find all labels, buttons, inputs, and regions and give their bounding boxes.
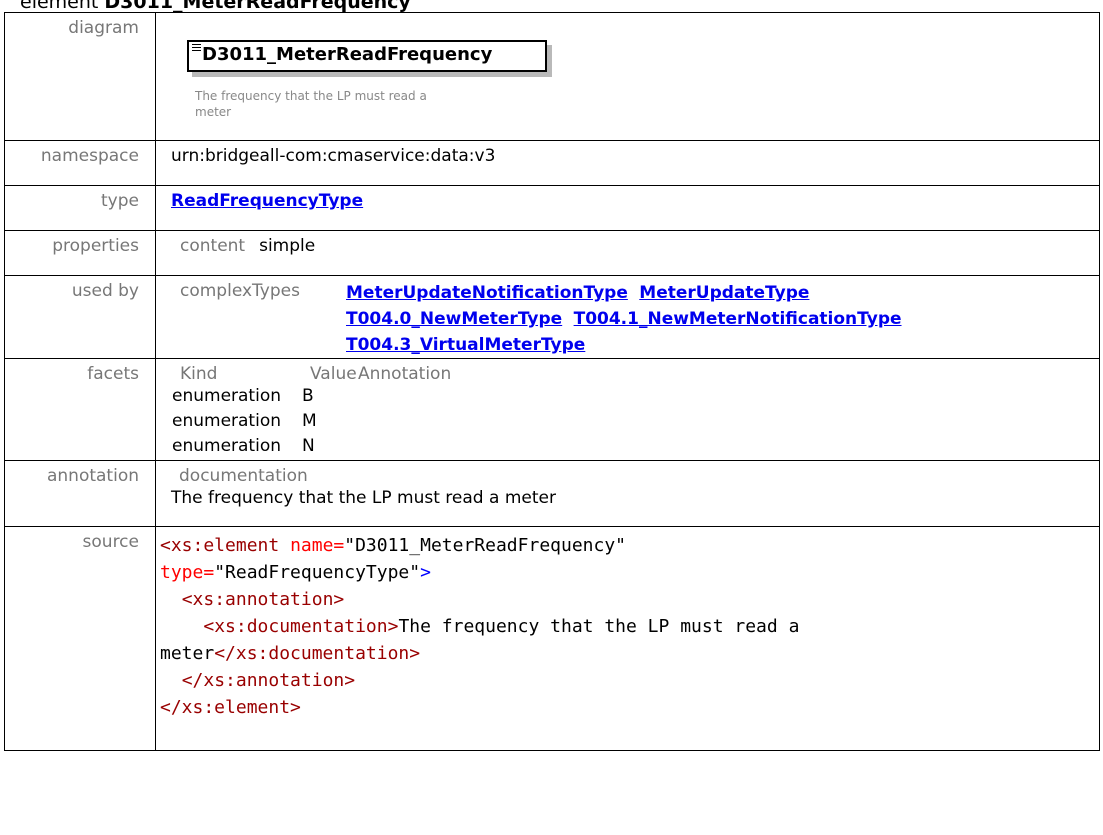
source-code: <xs:element name="D3011_MeterReadFrequen… <box>160 535 800 718</box>
diagram-cell: D3011_MeterReadFrequency The frequency t… <box>155 12 1100 141</box>
row-type: type ReadFrequencyType <box>4 185 1100 231</box>
type-cell: ReadFrequencyType <box>155 185 1100 231</box>
properties-cell: content simple <box>155 230 1100 276</box>
diagram-element-box[interactable]: D3011_MeterReadFrequency <box>187 40 547 72</box>
diagram: D3011_MeterReadFrequency The frequency t… <box>171 18 1099 138</box>
label-source: source <box>4 526 156 751</box>
diagram-box-title: D3011_MeterReadFrequency <box>202 44 493 65</box>
used-by-link[interactable]: T004.3_VirtualMeterType <box>346 335 585 355</box>
row-properties: properties content simple <box>4 230 1100 276</box>
facet-value: M <box>302 411 317 431</box>
label-namespace: namespace <box>4 140 156 186</box>
diagram-note: The frequency that the LP must read a me… <box>195 89 427 119</box>
element-icon <box>192 44 201 52</box>
label-used-by: used by <box>4 275 156 359</box>
used-by-links: MeterUpdateNotificationType MeterUpdateT… <box>346 280 908 358</box>
facet-kind: enumeration <box>172 386 281 406</box>
used-by-link[interactable]: T004.1_NewMeterNotificationType <box>574 309 902 329</box>
annotation-cell: documentation The frequency that the LP … <box>155 460 1100 527</box>
annotation-text: The frequency that the LP must read a me… <box>171 488 556 508</box>
type-link[interactable]: ReadFrequencyType <box>171 191 363 211</box>
row-source: source <xs:element name="D3011_MeterRead… <box>4 526 1100 751</box>
facet-row: enumeration B <box>171 384 1099 409</box>
label-type: type <box>4 185 156 231</box>
row-namespace: namespace urn:bridgeall-com:cmaservice:d… <box>4 140 1100 186</box>
facet-row: enumeration N <box>171 434 1099 459</box>
used-by-link[interactable]: MeterUpdateNotificationType <box>346 283 628 303</box>
facet-kind: enumeration <box>172 411 281 431</box>
used-by-link[interactable]: MeterUpdateType <box>639 283 809 303</box>
row-used-by: used by complexTypes MeterUpdateNotifica… <box>4 275 1100 359</box>
used-by-key: complexTypes <box>180 281 300 301</box>
facet-row: enumeration M <box>171 409 1099 434</box>
used-by-cell: complexTypes MeterUpdateNotificationType… <box>155 275 1100 359</box>
facet-value: B <box>302 386 314 406</box>
properties-value: simple <box>259 236 316 256</box>
row-facets: facets Kind Value Annotation enumeration… <box>4 358 1100 461</box>
row-diagram: diagram D3011_MeterReadFrequency The fre… <box>4 12 1100 141</box>
facets-col-value: Value <box>310 364 357 384</box>
namespace-value: urn:bridgeall-com:cmaservice:data:v3 <box>155 140 1100 186</box>
annotation-key: documentation <box>179 466 308 486</box>
facet-value: N <box>302 436 315 456</box>
facets-cell: Kind Value Annotation enumeration B enum… <box>155 358 1100 461</box>
source-cell: <xs:element name="D3011_MeterReadFrequen… <box>155 526 1100 751</box>
facets-col-kind: Kind <box>180 364 218 384</box>
label-properties: properties <box>4 230 156 276</box>
facets-header: Kind Value Annotation <box>171 364 1099 384</box>
label-facets: facets <box>4 358 156 461</box>
row-annotation: annotation documentation The frequency t… <box>4 460 1100 527</box>
element-doc-table: diagram D3011_MeterReadFrequency The fre… <box>4 12 1100 751</box>
label-annotation: annotation <box>4 460 156 527</box>
properties-key: content <box>180 236 246 256</box>
label-diagram: diagram <box>4 12 156 141</box>
facet-kind: enumeration <box>172 436 281 456</box>
facets-col-annotation: Annotation <box>358 364 452 384</box>
used-by-link[interactable]: T004.0_NewMeterType <box>346 309 562 329</box>
